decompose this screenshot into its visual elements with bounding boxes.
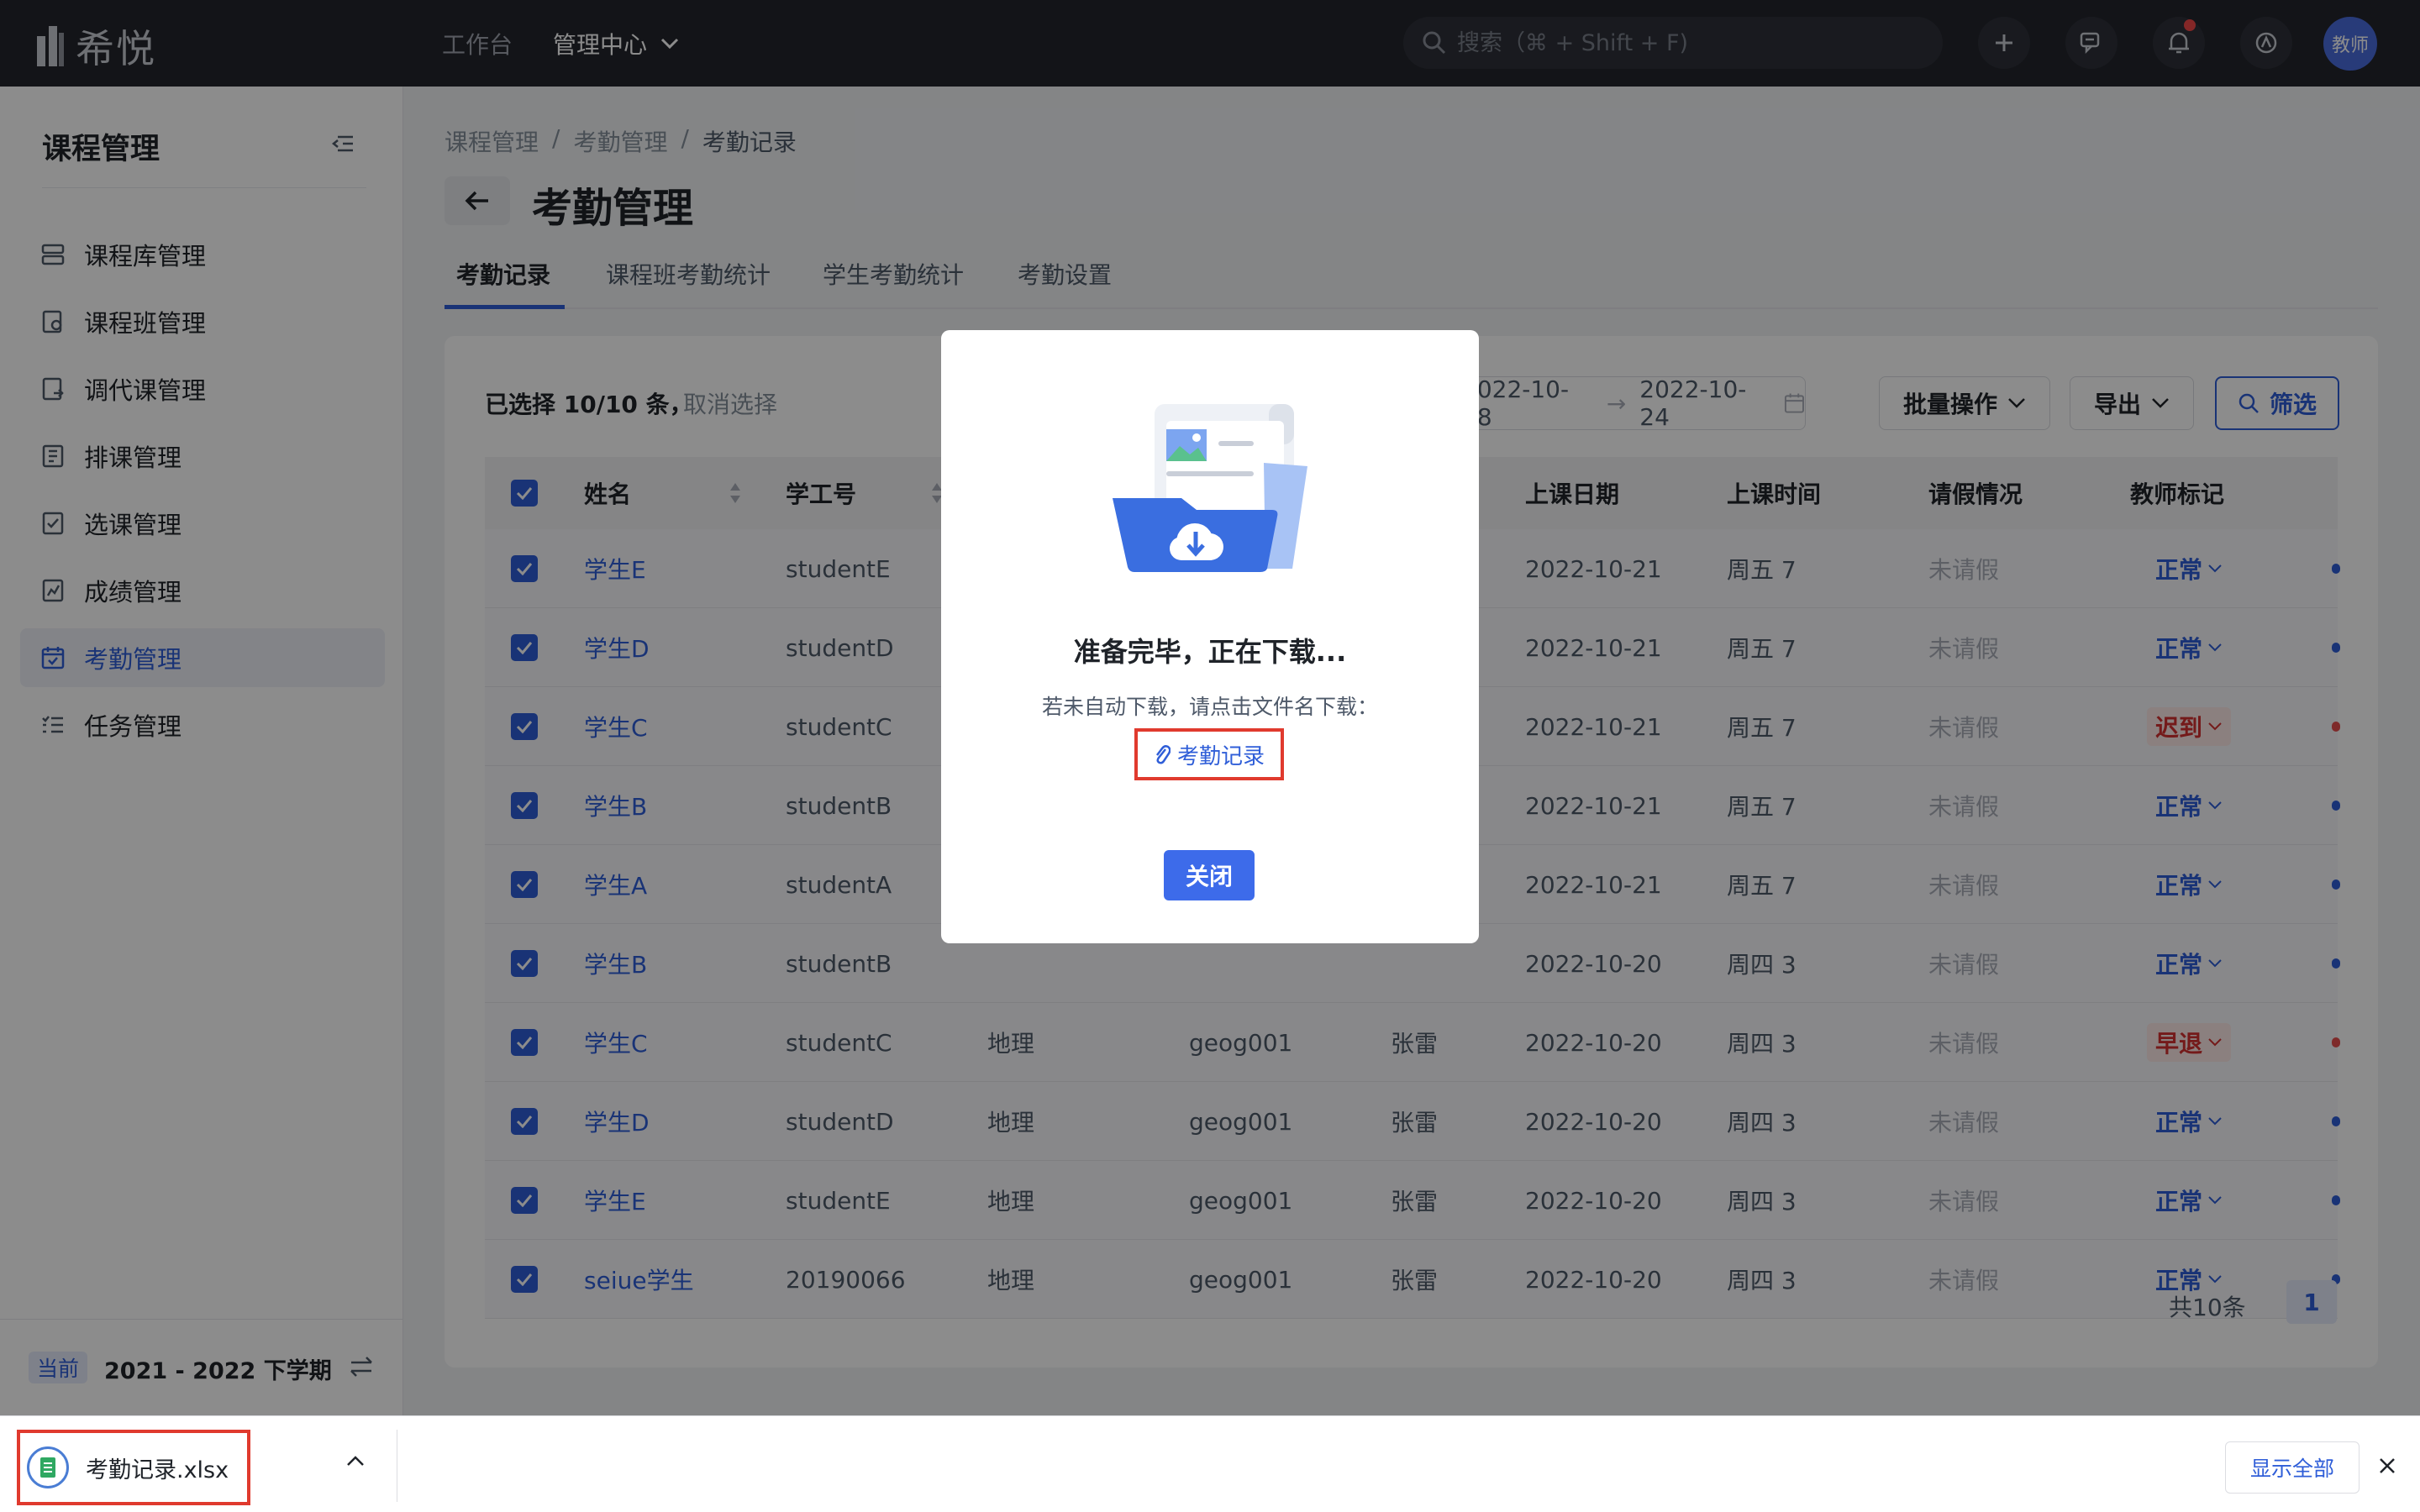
chevron-up-icon	[347, 1456, 364, 1466]
download-file-link[interactable]: 考勤记录	[1134, 728, 1284, 780]
paperclip-icon	[1155, 745, 1171, 764]
browser-download-bar: 考勤记录.xlsx 显示全部	[0, 1415, 2420, 1512]
download-item[interactable]: 考勤记录.xlsx	[17, 1430, 250, 1505]
download-options-button[interactable]	[346, 1455, 365, 1467]
modal-description: 若未自动下载，请点击文件名下载：	[1041, 695, 1378, 719]
modal-title: 准备完毕，正在下载...	[1073, 636, 1347, 668]
download-illustration	[1113, 404, 1307, 580]
folder-download-icon	[1113, 404, 1307, 572]
show-all-downloads-button[interactable]: 显示全部	[2225, 1441, 2360, 1494]
download-file-name: 考勤记录	[1176, 743, 1265, 769]
close-download-bar-button[interactable]	[2378, 1457, 2396, 1475]
close-icon	[2380, 1458, 2395, 1473]
download-modal: 准备完毕，正在下载... 若未自动下载，请点击文件名下载： 考勤记录 关闭	[941, 330, 1479, 943]
download-file-name: 考勤记录.xlsx	[86, 1457, 229, 1483]
spreadsheet-file-icon	[27, 1446, 69, 1488]
modal-close-button[interactable]: 关闭	[1164, 850, 1255, 900]
